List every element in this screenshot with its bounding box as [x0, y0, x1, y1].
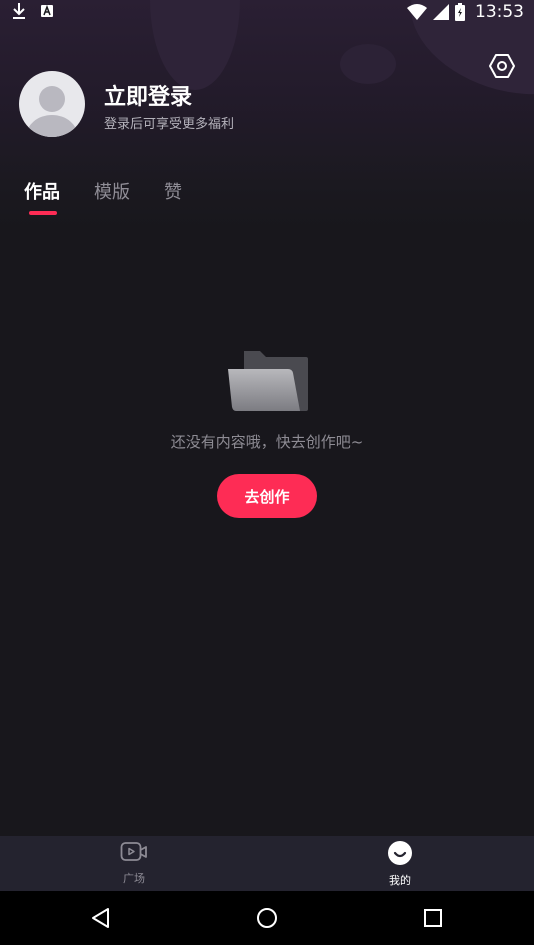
clock: 13:53 — [475, 2, 524, 22]
download-icon — [13, 3, 25, 19]
back-icon[interactable] — [90, 907, 112, 929]
video-icon — [120, 842, 147, 861]
tab-works[interactable]: 作品 — [24, 178, 60, 215]
settings-icon[interactable] — [488, 52, 516, 80]
go-create-button[interactable]: 去创作 — [217, 474, 317, 518]
login-title[interactable]: 立即登录 — [104, 79, 192, 111]
avatar[interactable] — [19, 71, 85, 137]
active-tab-indicator — [29, 211, 57, 215]
bottom-tab-bar: 广场 我的 — [0, 836, 534, 891]
tab-likes-label: 赞 — [164, 182, 182, 203]
smile-icon — [388, 841, 412, 865]
nav-item-mine[interactable]: 我的 — [360, 840, 440, 888]
nav-item-plaza-label: 广场 — [123, 872, 145, 885]
battery-icon — [455, 3, 465, 21]
tab-templates-label: 模版 — [94, 182, 130, 203]
status-bar: 13:53 — [0, 0, 534, 24]
font-icon — [41, 4, 53, 17]
tab-templates[interactable]: 模版 — [94, 178, 130, 204]
empty-message: 还没有内容哦，快去创作吧~ — [170, 433, 364, 451]
default-avatar-icon — [26, 86, 78, 137]
nav-item-mine-label: 我的 — [389, 874, 411, 887]
system-nav-bar — [0, 891, 534, 945]
login-subtitle: 登录后可享受更多福利 — [104, 117, 235, 132]
content-tabs: 作品 模版 赞 — [24, 178, 216, 215]
wifi-icon — [407, 4, 427, 20]
empty-folder-icon — [228, 351, 308, 411]
home-icon[interactable] — [256, 907, 278, 929]
recents-icon[interactable] — [423, 908, 443, 928]
tab-works-label: 作品 — [24, 182, 60, 203]
signal-icon — [433, 4, 449, 20]
nav-item-plaza[interactable]: 广场 — [94, 840, 174, 886]
tab-likes[interactable]: 赞 — [164, 178, 182, 204]
